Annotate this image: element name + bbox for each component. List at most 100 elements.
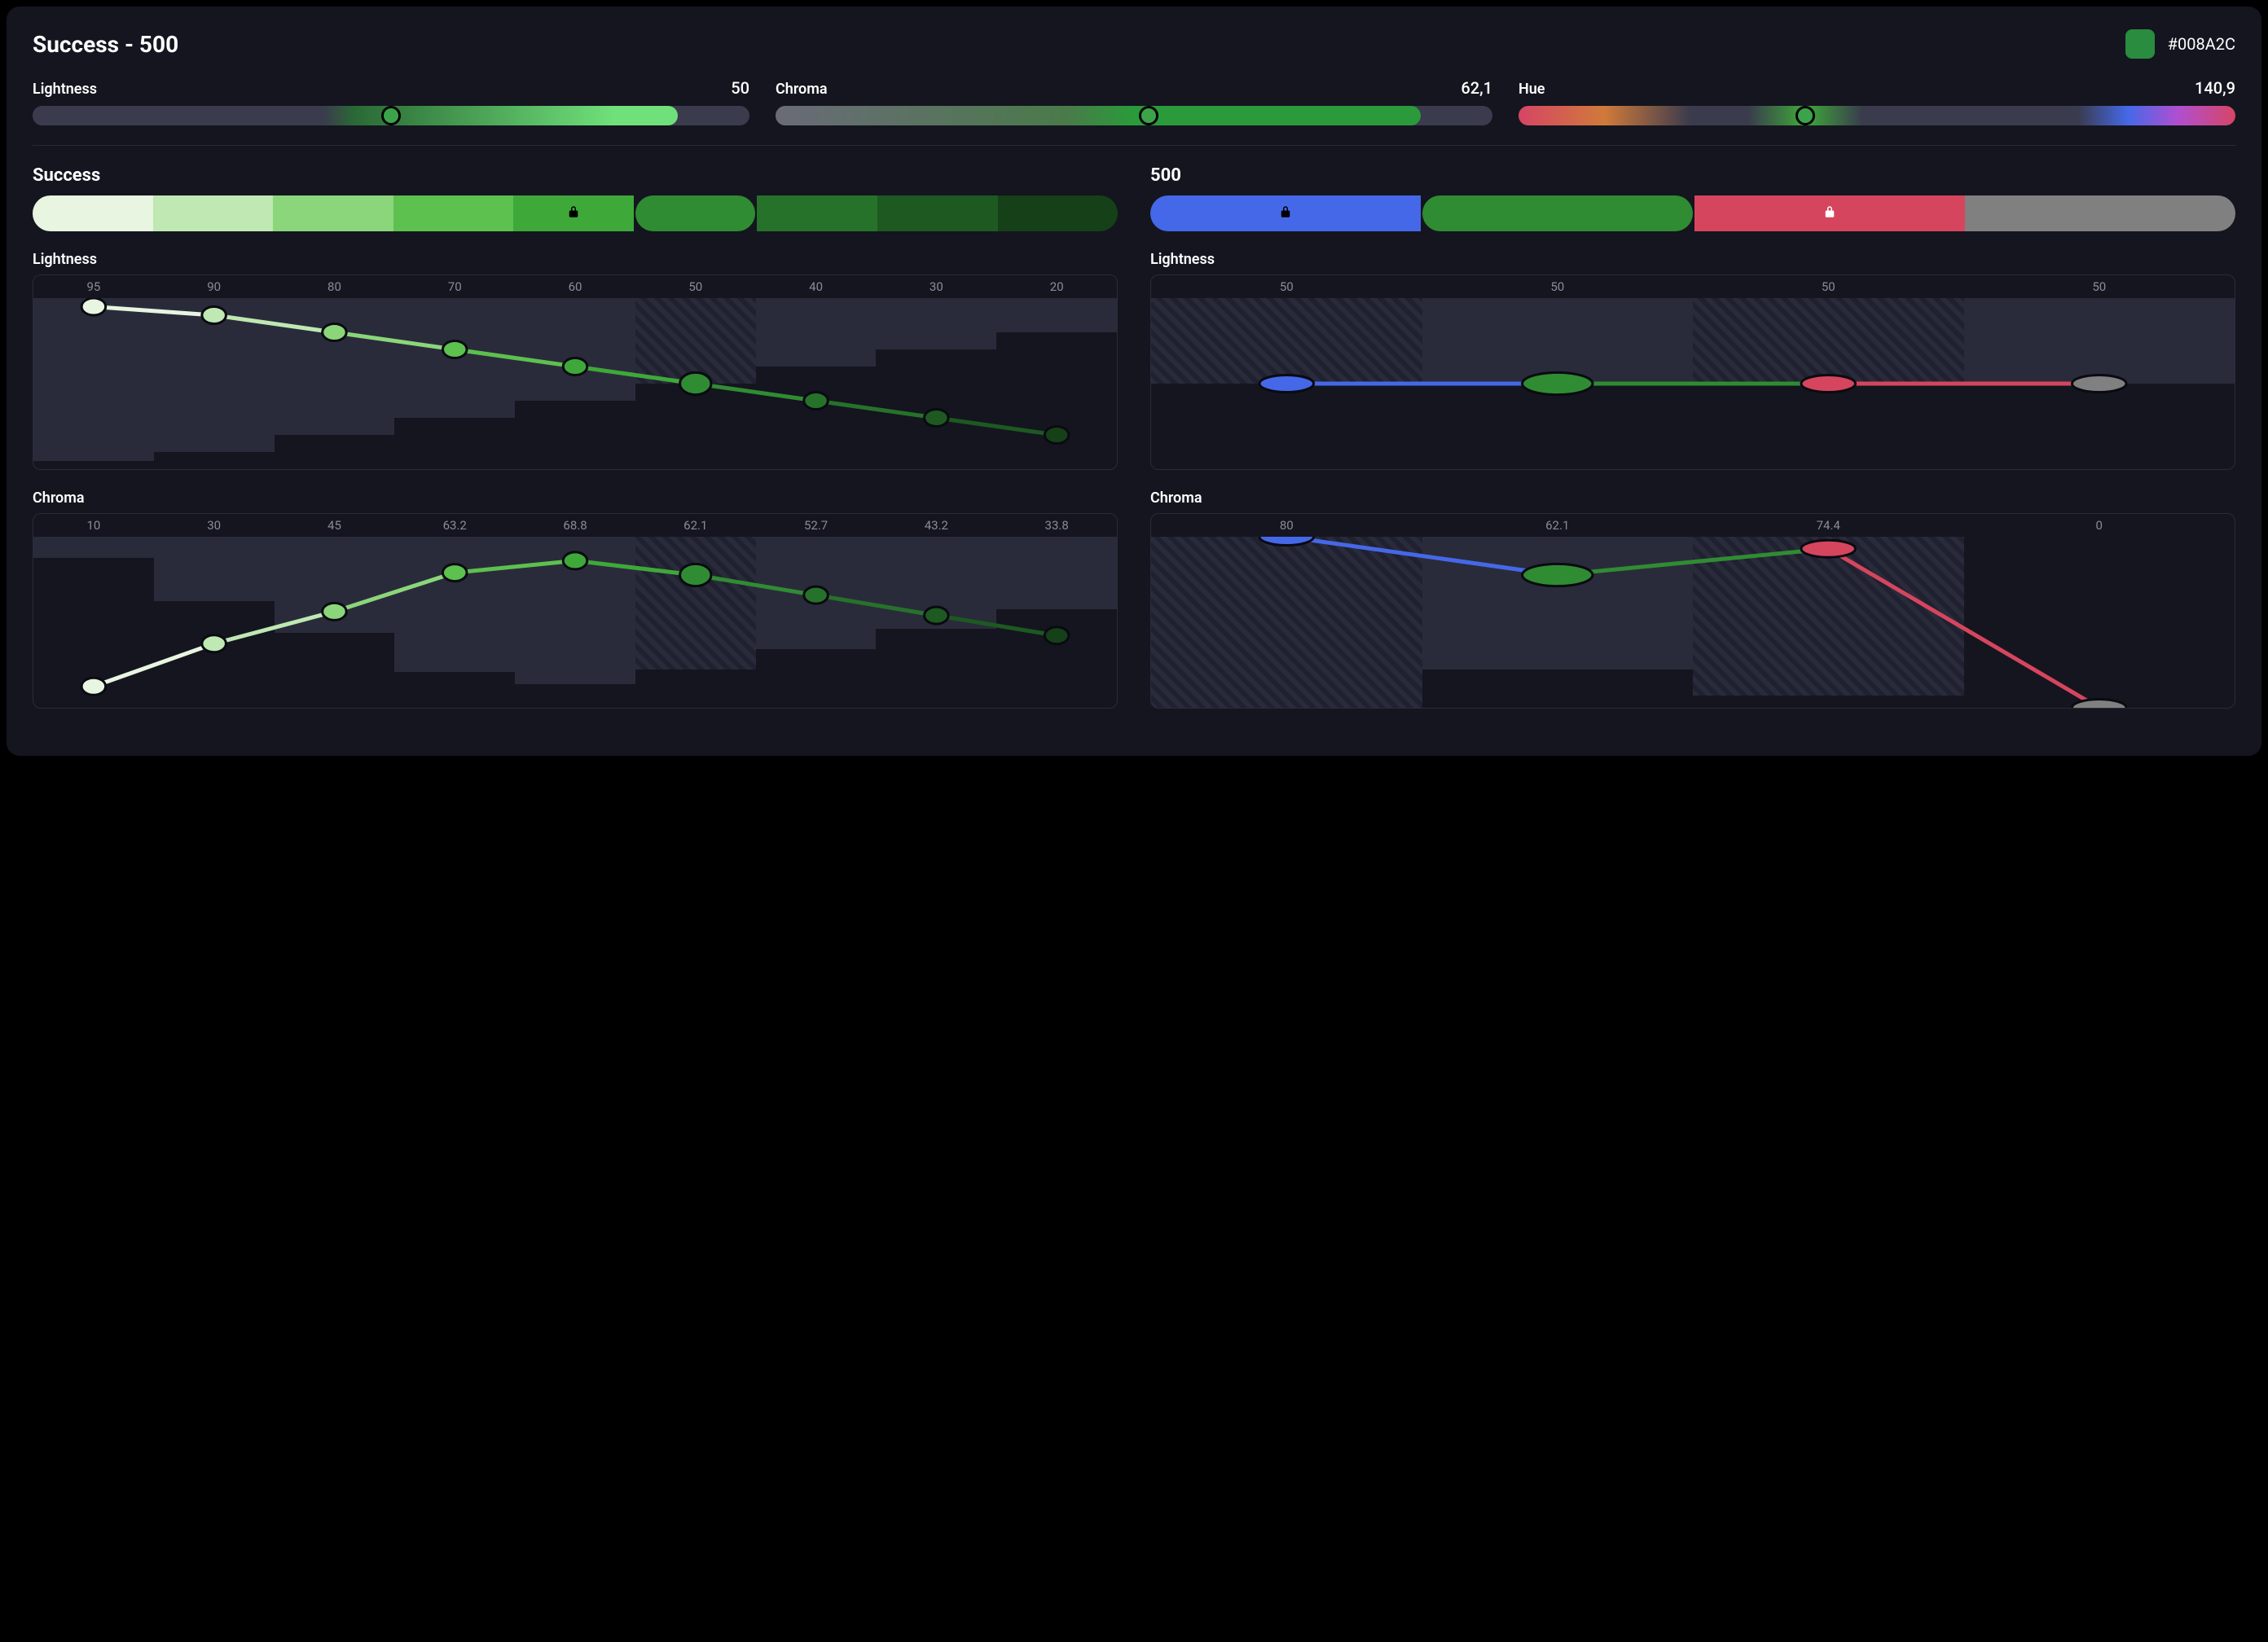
right-column: 500 Lightness 50505050 Chroma 8062.174.4…: [1150, 165, 2235, 728]
chart-tick: 70: [394, 279, 515, 294]
chroma-value: 62,1: [1461, 78, 1492, 98]
chart-point[interactable]: [680, 564, 711, 586]
left-lightness-chart[interactable]: 959080706050403020: [33, 274, 1118, 470]
lightness-slider-block: Lightness 50: [33, 78, 749, 125]
chart-point[interactable]: [925, 410, 949, 427]
right-chroma-chart[interactable]: 8062.174.40: [1150, 513, 2235, 709]
hue-slider-block: Hue 140,9: [1519, 78, 2235, 125]
chart-point[interactable]: [804, 393, 829, 410]
chart-tick: 50: [1964, 279, 2235, 294]
lock-icon: [566, 204, 581, 222]
chart-tick: 63.2: [394, 518, 515, 533]
right-lightness-label: Lightness: [1150, 251, 2235, 268]
chart-tick: 90: [154, 279, 275, 294]
chroma-thumb[interactable]: [1139, 106, 1158, 125]
palette-swatch[interactable]: [635, 195, 756, 231]
chroma-slider-block: Chroma 62,1: [776, 78, 1492, 125]
palette-swatch[interactable]: [877, 195, 998, 231]
chart-point[interactable]: [563, 358, 587, 375]
chart-point[interactable]: [804, 586, 829, 604]
lightness-thumb[interactable]: [381, 106, 401, 125]
chart-tick: 95: [33, 279, 154, 294]
lock-icon: [1822, 204, 1837, 222]
hue-thumb[interactable]: [1796, 106, 1815, 125]
chart-tick: 74.4: [1693, 518, 1964, 533]
chart-point[interactable]: [1801, 375, 1856, 393]
palette-swatch[interactable]: [393, 195, 514, 231]
chroma-label: Chroma: [776, 81, 828, 98]
chart-tick: 20: [996, 279, 1117, 294]
chart-tick: 50: [1422, 279, 1694, 294]
chart-point[interactable]: [202, 635, 226, 652]
chart-tick: 68.8: [515, 518, 635, 533]
hue-value: 140,9: [2195, 78, 2235, 98]
chart-point[interactable]: [1801, 540, 1856, 557]
chart-point[interactable]: [925, 607, 949, 624]
palette-swatch[interactable]: [757, 195, 877, 231]
chart-tick: 80: [275, 279, 395, 294]
500-palette: [1150, 195, 2235, 231]
left-column: Success Lightness 959080706050403020 Chr…: [33, 165, 1118, 728]
chart-point[interactable]: [442, 341, 467, 358]
lock-icon: [1278, 204, 1293, 222]
hue-label: Hue: [1519, 81, 1545, 98]
palette-swatch[interactable]: [33, 195, 153, 231]
chart-point[interactable]: [81, 298, 106, 315]
chart-point[interactable]: [81, 678, 106, 695]
success-palette: [33, 195, 1118, 231]
chart-tick: 43.2: [876, 518, 996, 533]
chart-point[interactable]: [1044, 627, 1069, 644]
palette-swatch[interactable]: [1694, 195, 1965, 231]
left-title: Success: [33, 165, 1118, 186]
lightness-slider[interactable]: [33, 106, 749, 125]
palette-swatch[interactable]: [1150, 195, 1421, 231]
chart-point[interactable]: [1523, 564, 1593, 586]
right-title: 500: [1150, 165, 2235, 186]
header: Success - 500 #008A2C: [33, 29, 2235, 59]
chart-point[interactable]: [442, 564, 467, 582]
chart-point[interactable]: [202, 307, 226, 324]
chart-point[interactable]: [2072, 700, 2127, 709]
chart-tick: 50: [1151, 279, 1422, 294]
chart-tick: 50: [1693, 279, 1964, 294]
chart-tick: 45: [275, 518, 395, 533]
chart-point[interactable]: [1259, 537, 1314, 546]
chart-point[interactable]: [680, 372, 711, 394]
lightness-value: 50: [731, 78, 749, 98]
hue-slider[interactable]: [1519, 106, 2235, 125]
chart-tick: 30: [154, 518, 275, 533]
chart-tick: 40: [756, 279, 877, 294]
color-swatch: [2125, 29, 2155, 59]
chart-tick: 50: [635, 279, 756, 294]
right-chroma-label: Chroma: [1150, 490, 2235, 507]
palette-swatch[interactable]: [513, 195, 634, 231]
chart-tick: 60: [515, 279, 635, 294]
two-column-layout: Success Lightness 959080706050403020 Chr…: [33, 165, 2235, 728]
color-editor-panel: Success - 500 #008A2C Lightness 50 Chrom…: [7, 7, 2261, 756]
chroma-slider[interactable]: [776, 106, 1492, 125]
chart-tick: 80: [1151, 518, 1422, 533]
left-chroma-label: Chroma: [33, 490, 1118, 507]
left-chroma-chart[interactable]: 10304563.268.862.152.743.233.8: [33, 513, 1118, 709]
chart-tick: 33.8: [996, 518, 1117, 533]
palette-swatch[interactable]: [273, 195, 393, 231]
chart-point[interactable]: [1523, 372, 1593, 394]
hex-value: #008A2C: [2168, 34, 2235, 54]
chart-point[interactable]: [323, 603, 347, 620]
chart-point[interactable]: [323, 324, 347, 341]
chart-tick: 62.1: [1422, 518, 1694, 533]
chart-tick: 52.7: [756, 518, 877, 533]
palette-swatch[interactable]: [1422, 195, 1693, 231]
chart-tick: 30: [876, 279, 996, 294]
palette-swatch[interactable]: [153, 195, 274, 231]
chart-tick: 10: [33, 518, 154, 533]
chart-point[interactable]: [1259, 375, 1314, 393]
right-lightness-chart[interactable]: 50505050: [1150, 274, 2235, 470]
chart-point[interactable]: [563, 552, 587, 569]
palette-swatch[interactable]: [1965, 195, 2235, 231]
palette-swatch[interactable]: [998, 195, 1119, 231]
lightness-label: Lightness: [33, 81, 97, 98]
chart-tick: 62.1: [635, 518, 756, 533]
chart-point[interactable]: [2072, 375, 2127, 393]
chart-point[interactable]: [1044, 427, 1069, 444]
